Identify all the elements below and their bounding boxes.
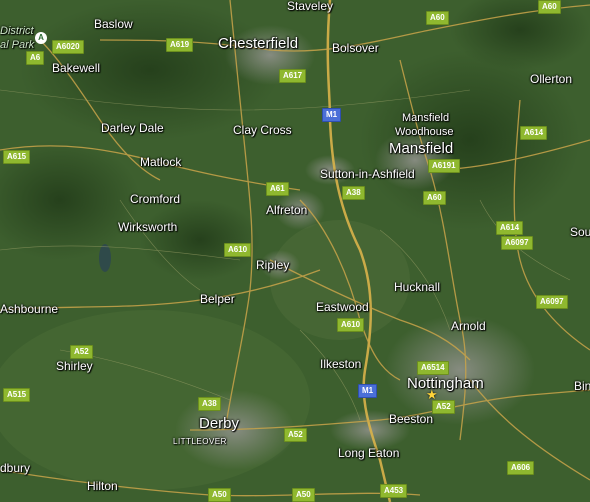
place-label: Cromford	[130, 192, 181, 206]
place-label: Ilkeston	[320, 357, 362, 371]
road-shield: A610	[224, 243, 252, 257]
place-label: Chesterfield	[218, 35, 299, 52]
road-shield: A6097	[536, 295, 568, 309]
road-shield: A52	[284, 428, 307, 442]
place-label: Eastwood	[316, 300, 369, 314]
place-label: Matlock	[140, 155, 182, 169]
place-label: Hucknall	[394, 280, 441, 294]
road-shield: A606	[507, 461, 535, 475]
place-label: Woodhouse	[395, 126, 454, 138]
place-label: Bolsover	[332, 41, 379, 55]
road-shield: A6514	[417, 361, 449, 375]
road-shield: A614	[520, 126, 548, 140]
place-label: Wirksworth	[118, 220, 178, 234]
road-shield: A50	[292, 488, 315, 502]
road-shield: A38	[198, 397, 221, 411]
place-label: Bin	[574, 379, 590, 393]
road-shield: A619	[166, 38, 194, 52]
place-label: Bakewell	[52, 61, 101, 75]
road-shield: A52	[70, 345, 93, 359]
place-label: Darley Dale	[101, 121, 164, 135]
place-label: Beeston	[389, 412, 434, 426]
place-label: Hilton	[87, 479, 118, 493]
place-label: Ollerton	[530, 72, 573, 86]
place-label: Derby	[199, 415, 240, 432]
road-shield: A61	[266, 182, 289, 196]
road-shield: A52	[432, 400, 455, 414]
place-label: Sou	[570, 225, 590, 239]
place-label: Long Eaton	[338, 446, 400, 460]
place-label: Mansfield	[402, 112, 450, 124]
city-star-icon: ★	[426, 387, 438, 402]
road-shield: A6	[26, 51, 45, 65]
place-label: District	[0, 25, 34, 37]
road-shield: A60	[426, 11, 449, 25]
place-label: LITTLEOVER	[173, 437, 227, 446]
place-label: Arnold	[451, 319, 486, 333]
road-shield: A515	[3, 388, 31, 402]
place-label: Baslow	[94, 17, 133, 31]
place-label: Ashbourne	[0, 302, 59, 316]
road-shield: A610	[337, 318, 365, 332]
place-label: Clay Cross	[233, 123, 292, 137]
place-label: Mansfield	[389, 140, 454, 157]
place-label: Belper	[200, 292, 235, 306]
road-shield: A615	[3, 150, 31, 164]
place-label: Staveley	[287, 0, 334, 13]
road-shield: A614	[496, 221, 524, 235]
place-label: Nottingham	[407, 375, 484, 392]
road-shield: A6191	[428, 159, 460, 173]
map-view[interactable]: Staveley Baslow District al Park Chester…	[0, 0, 590, 502]
place-label: Alfreton	[266, 203, 308, 217]
road-shield: A453	[380, 484, 408, 498]
place-label: Ripley	[256, 258, 290, 272]
motorway-shield: M1	[322, 108, 342, 122]
road-shield: A617	[279, 69, 307, 83]
road-shield: A50	[208, 488, 231, 502]
park-marker-icon[interactable]: A	[35, 32, 47, 44]
place-label: al Park	[0, 39, 35, 51]
place-label: dbury	[0, 461, 31, 475]
road-shield: A60	[538, 0, 561, 14]
road-shield: A60	[423, 191, 446, 205]
road-shield: A6020	[52, 40, 84, 54]
place-label: Shirley	[56, 359, 93, 373]
place-label: Sutton-in-Ashfield	[320, 167, 415, 181]
road-shield: A6097	[501, 236, 533, 250]
motorway-shield: M1	[358, 384, 378, 398]
road-shield: A38	[342, 186, 365, 200]
